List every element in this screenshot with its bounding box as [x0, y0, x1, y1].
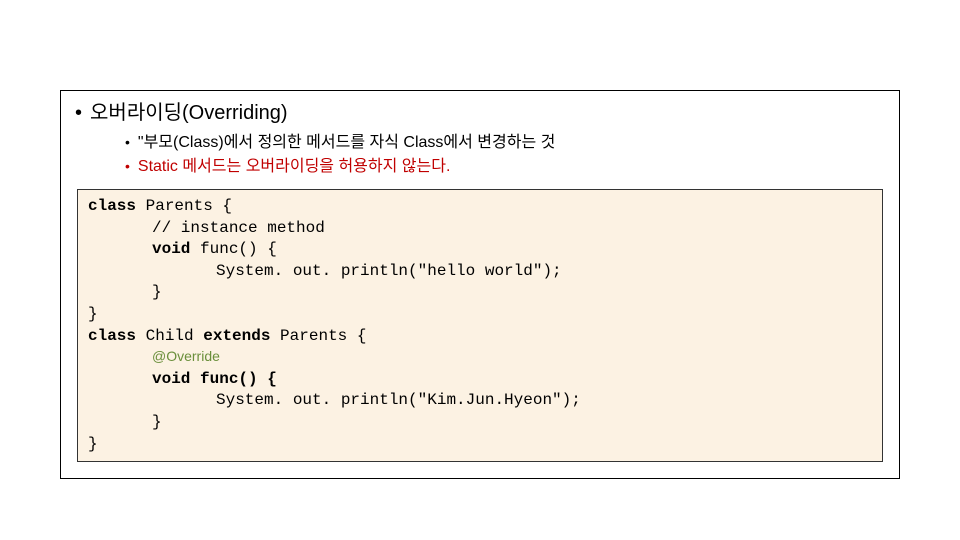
code-block: class Parents { // instance method void … [77, 189, 883, 462]
code-text: // instance method [88, 218, 325, 240]
sub-point-text: Static 메서드는 오버라이딩을 허용하지 않는다. [138, 155, 450, 179]
code-text: Parents { [136, 197, 232, 215]
code-text: func() { [190, 370, 276, 388]
code-text: } [88, 305, 98, 323]
sub-point: • "부모(Class)에서 정의한 메서드를 자식 Class에서 변경하는 … [125, 131, 885, 155]
code-text: } [88, 412, 162, 434]
sub-point: • Static 메서드는 오버라이딩을 허용하지 않는다. [125, 155, 885, 179]
slide-title: 오버라이딩(Overriding) [90, 97, 288, 129]
code-text: System. out. println("hello world"); [88, 261, 562, 283]
code-text: func() { [190, 240, 276, 258]
code-text: } [88, 435, 98, 453]
code-keyword: class [88, 327, 136, 345]
code-keyword: void [152, 370, 190, 388]
code-text: System. out. println("Kim.Jun.Hyeon"); [88, 390, 581, 412]
code-keyword: void [152, 240, 190, 258]
code-text: } [88, 282, 162, 304]
code-keyword: extends [203, 327, 270, 345]
sub-points: • "부모(Class)에서 정의한 메서드를 자식 Class에서 변경하는 … [125, 131, 885, 179]
bullet-icon: • [75, 97, 82, 129]
code-text: Child [136, 327, 203, 345]
bullet-icon: • [125, 132, 130, 153]
code-annotation: @Override [88, 347, 220, 366]
code-text: Parents { [270, 327, 366, 345]
sub-point-text: "부모(Class)에서 정의한 메서드를 자식 Class에서 변경하는 것 [138, 131, 555, 155]
code-keyword: class [88, 197, 136, 215]
title-row: • 오버라이딩(Overriding) [75, 97, 885, 129]
content-box: • 오버라이딩(Overriding) • "부모(Class)에서 정의한 메… [60, 90, 900, 479]
slide: • 오버라이딩(Overriding) • "부모(Class)에서 정의한 메… [0, 0, 960, 540]
bullet-icon: • [125, 156, 130, 177]
